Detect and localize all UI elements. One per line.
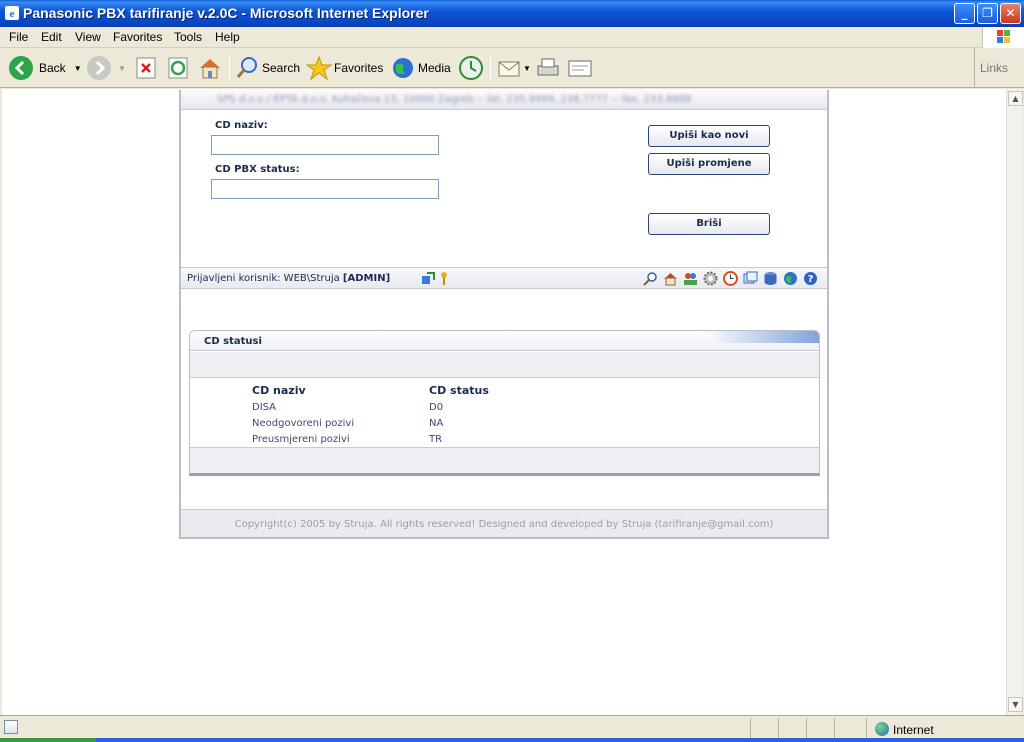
mail-button[interactable]: ▼ bbox=[497, 54, 531, 82]
media-label: Media bbox=[418, 61, 451, 75]
print-icon bbox=[537, 58, 559, 76]
cd-naziv-label: CD naziv: bbox=[215, 120, 268, 131]
cd-status-panel: CD statusi CD naziv CD status DISA D0 Ne… bbox=[189, 330, 820, 476]
search-button[interactable]: Search bbox=[235, 54, 300, 82]
column-header-naziv: CD naziv bbox=[252, 384, 306, 397]
back-arrow-icon bbox=[9, 56, 33, 80]
forward-dropdown-icon[interactable]: ▼ bbox=[118, 64, 126, 73]
stop-button[interactable] bbox=[134, 54, 158, 82]
windows-icon[interactable] bbox=[743, 271, 758, 286]
back-button[interactable]: Back ▼ bbox=[8, 54, 82, 82]
table-row-status: TR bbox=[429, 434, 443, 445]
mail-dropdown-icon[interactable]: ▼ bbox=[523, 64, 531, 73]
menu-help[interactable]: Help bbox=[215, 30, 240, 44]
svg-text:e: e bbox=[10, 8, 15, 20]
zone-label: Internet bbox=[893, 723, 934, 737]
globe-icon[interactable] bbox=[783, 271, 798, 286]
maximize-button[interactable]: ❐ bbox=[977, 3, 998, 24]
links-bar[interactable]: Links bbox=[974, 48, 1024, 88]
table-row-naziv[interactable]: Preusmjereni pozivi bbox=[252, 434, 350, 445]
page-footer: Copyright(c) 2005 by Struja. All rights … bbox=[181, 509, 827, 537]
cd-naziv-input[interactable] bbox=[211, 135, 439, 155]
key-icon[interactable] bbox=[437, 271, 452, 286]
windows-flag-icon bbox=[982, 27, 1024, 48]
browser-window: e Panasonic PBX tarifiranje v.2.0C - Mic… bbox=[0, 0, 1024, 742]
menu-view[interactable]: View bbox=[75, 30, 101, 44]
company-info-text: SPS d.o.o / EPTA d.o.o. Kuhačeva 13, 100… bbox=[217, 94, 692, 105]
panel-header: CD statusi bbox=[190, 331, 819, 351]
security-zone: Internet bbox=[866, 718, 1024, 740]
table-row-naziv[interactable]: Neodgovoreni pozivi bbox=[252, 418, 354, 429]
forward-button[interactable]: ▼ bbox=[86, 54, 126, 82]
delete-button[interactable]: Briši bbox=[648, 213, 770, 235]
history-button[interactable] bbox=[458, 54, 484, 82]
refresh-icon bbox=[168, 57, 188, 79]
panel-toolbar bbox=[190, 352, 819, 378]
window-title: Panasonic PBX tarifiranje v.2.0C - Micro… bbox=[23, 5, 429, 21]
close-button[interactable]: ✕ bbox=[1000, 3, 1021, 24]
menu-tools[interactable]: Tools bbox=[174, 30, 202, 44]
internet-globe-icon bbox=[875, 722, 889, 736]
favorites-button[interactable]: Favorites bbox=[306, 54, 383, 82]
taskbar-edge bbox=[0, 738, 1024, 742]
history-icon bbox=[459, 56, 483, 80]
media-globe-icon bbox=[393, 58, 413, 78]
help-icon[interactable]: ? bbox=[803, 271, 818, 286]
svg-text:?: ? bbox=[808, 274, 814, 285]
search-icon bbox=[236, 57, 257, 78]
edit-button[interactable] bbox=[567, 54, 593, 82]
web-page: SPS d.o.o / EPTA d.o.o. Kuhačeva 13, 100… bbox=[179, 90, 829, 539]
menu-bar: File Edit View Favorites Tools Help bbox=[0, 27, 1024, 48]
clock-icon[interactable] bbox=[723, 271, 738, 286]
minimize-button[interactable]: _ bbox=[954, 3, 975, 24]
mail-icon bbox=[498, 61, 520, 77]
scroll-down-arrow-icon[interactable]: ▼ bbox=[1008, 697, 1023, 712]
toolbar: Back ▼ ▼ Search Favorites Media ▼ Links bbox=[0, 48, 1024, 88]
search-label: Search bbox=[262, 61, 301, 75]
logged-user-text: Prijavljeni korisnik: WEB\Struja [ADMIN] bbox=[187, 273, 390, 284]
stop-icon bbox=[136, 57, 156, 79]
edit-page-icon bbox=[568, 60, 592, 77]
back-label: Back bbox=[39, 61, 66, 75]
vertical-scrollbar[interactable]: ▲ ▼ bbox=[1006, 89, 1023, 715]
users-icon[interactable] bbox=[683, 271, 698, 286]
print-button[interactable] bbox=[535, 54, 561, 82]
forward-arrow-icon bbox=[87, 56, 111, 80]
save-changes-button[interactable]: Upiši promjene bbox=[648, 153, 770, 175]
home-icon[interactable] bbox=[663, 271, 678, 286]
database-icon[interactable] bbox=[763, 271, 778, 286]
cd-pbx-status-label: CD PBX status: bbox=[215, 164, 300, 175]
switch-user-icon[interactable] bbox=[421, 271, 436, 286]
menu-edit[interactable]: Edit bbox=[41, 30, 62, 44]
page-header: SPS d.o.o / EPTA d.o.o. Kuhačeva 13, 100… bbox=[181, 90, 827, 110]
cd-pbx-status-input[interactable] bbox=[211, 179, 439, 199]
user-bar: Prijavljeni korisnik: WEB\Struja [ADMIN]… bbox=[181, 267, 827, 289]
back-dropdown-icon[interactable]: ▼ bbox=[74, 64, 82, 73]
title-bar: e Panasonic PBX tarifiranje v.2.0C - Mic… bbox=[0, 0, 1024, 27]
table-row-status: D0 bbox=[429, 402, 444, 413]
table-row-naziv[interactable]: DISA bbox=[252, 402, 276, 413]
scroll-up-arrow-icon[interactable]: ▲ bbox=[1008, 91, 1023, 106]
home-icon bbox=[200, 59, 220, 79]
settings-gear-icon[interactable] bbox=[703, 271, 718, 286]
copyright-text: Copyright(c) 2005 by Struja. All rights … bbox=[234, 519, 774, 530]
refresh-button[interactable] bbox=[166, 54, 190, 82]
ie-logo-icon: e bbox=[5, 6, 19, 20]
logged-user-label: Prijavljeni korisnik: WEB\Struja bbox=[187, 273, 343, 284]
favorites-label: Favorites bbox=[334, 61, 384, 75]
search-icon[interactable] bbox=[643, 271, 658, 286]
home-button[interactable] bbox=[197, 54, 223, 82]
menu-file[interactable]: File bbox=[9, 30, 28, 44]
column-header-status: CD status bbox=[429, 384, 489, 397]
table-row-status: NA bbox=[429, 418, 444, 429]
menu-favorites[interactable]: Favorites bbox=[113, 30, 162, 44]
user-role-badge: [ADMIN] bbox=[342, 273, 391, 284]
page-status-icon bbox=[4, 720, 18, 734]
panel-footer bbox=[190, 447, 819, 473]
favorites-star-icon bbox=[306, 55, 332, 81]
media-button[interactable]: Media bbox=[391, 54, 451, 82]
save-as-new-button[interactable]: Upiši kao novi bbox=[648, 125, 770, 147]
panel-title: CD statusi bbox=[204, 336, 262, 347]
panel-header-accent bbox=[701, 331, 819, 343]
